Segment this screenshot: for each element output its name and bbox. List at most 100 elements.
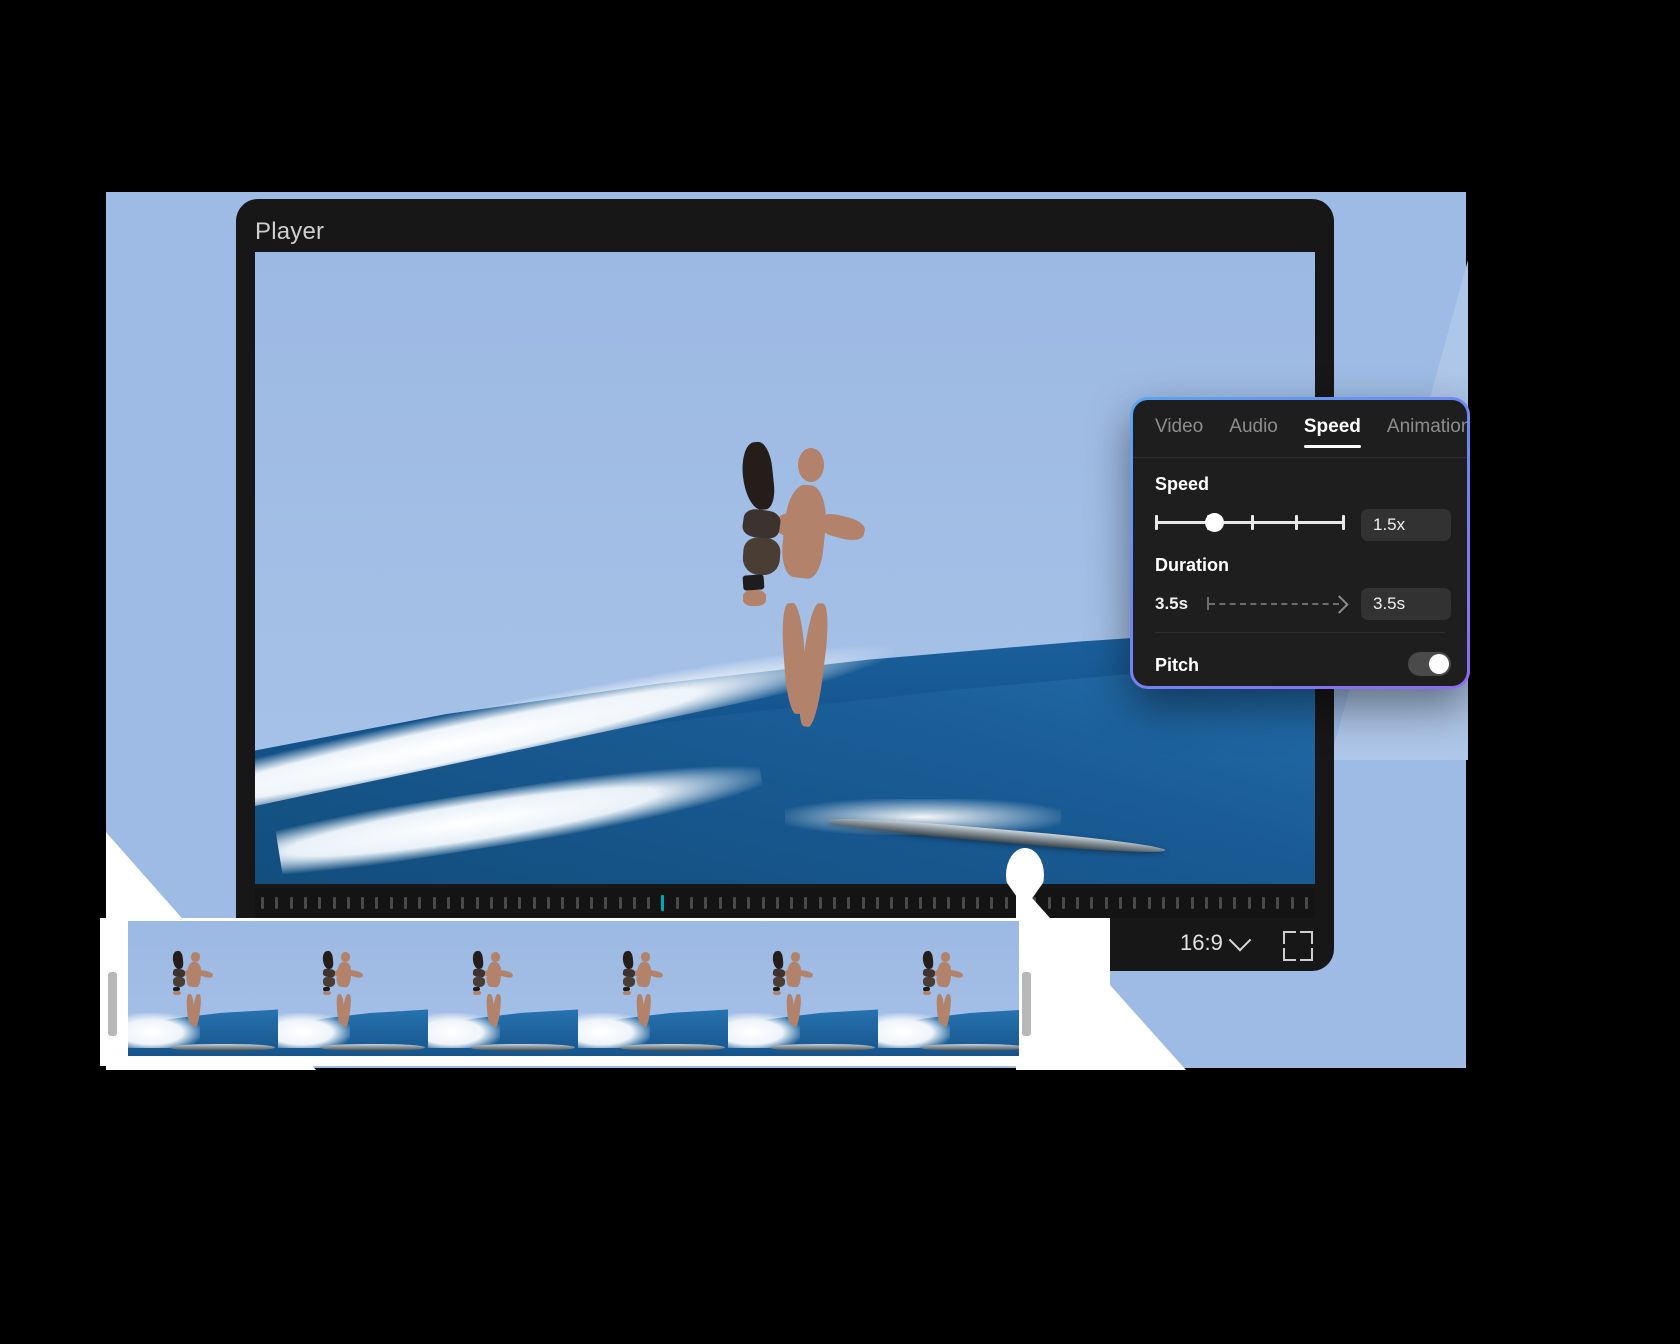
surfer-head: [797, 447, 824, 482]
ruler-tick: [518, 897, 522, 909]
ruler-tick: [718, 897, 722, 909]
tab-animation[interactable]: Animation: [1387, 416, 1467, 448]
trim-handle-right[interactable]: [1022, 972, 1031, 1036]
speed-tick: [1251, 515, 1254, 530]
screenshot-root: Player 16:9 Video Audio Speed Animation …: [0, 0, 1680, 1344]
ruler-tick: [933, 897, 937, 909]
ruler-tick: [561, 897, 565, 909]
ruler-tick: [375, 897, 379, 909]
filmstrip-frame: [578, 921, 728, 1056]
ruler-tick: [303, 897, 307, 909]
pitch-toggle[interactable]: [1408, 652, 1451, 676]
ruler-tick: [947, 897, 951, 909]
tab-video[interactable]: Video: [1155, 416, 1203, 448]
speed-tick: [1295, 515, 1298, 530]
pitch-label: Pitch: [1155, 655, 1200, 675]
ruler-tick: [790, 897, 794, 909]
aspect-ratio-selector[interactable]: 16:9: [1180, 928, 1252, 956]
ruler-tick: [1119, 897, 1122, 909]
filmstrip-frame: [128, 921, 278, 1056]
filmstrip-frame: [278, 921, 428, 1056]
trim-handle-left[interactable]: [108, 972, 117, 1036]
ruler-tick: [589, 897, 593, 909]
ruler-tick: [346, 897, 350, 909]
tab-audio[interactable]: Audio: [1229, 416, 1278, 448]
ruler-tick: [647, 897, 651, 909]
arrow-right-icon: [1207, 595, 1355, 614]
ruler-tick: [818, 897, 822, 909]
tabs-divider: [1133, 457, 1467, 458]
speed-slider[interactable]: 1.5x: [1155, 506, 1451, 541]
ruler-tick: [475, 897, 479, 909]
ruler-tick: [761, 897, 765, 909]
ruler-tick: [489, 897, 493, 909]
ruler-tick: [1290, 897, 1294, 909]
ruler-tick: [833, 897, 836, 909]
popover-tabs: Video Audio Speed Animation: [1133, 400, 1467, 448]
ruler-tick: [990, 897, 994, 909]
surfer-knee-strap: [742, 574, 764, 591]
ruler-tick: [904, 897, 908, 909]
ruler-tick: [1304, 897, 1308, 909]
ruler-tick: [604, 897, 608, 909]
duration-row: 3.5s 3.5s: [1155, 588, 1451, 620]
ruler-tick: [404, 897, 407, 909]
ruler-tick: [1262, 897, 1265, 909]
ruler-tick: [1076, 897, 1080, 909]
speed-tick: [1155, 515, 1158, 530]
ruler-tick: [418, 897, 422, 909]
ruler-tick: [461, 897, 465, 909]
ruler-tick: [318, 897, 322, 909]
page-title: Player: [255, 218, 325, 245]
ruler-tick: [775, 897, 779, 909]
ruler-tick: [747, 897, 751, 909]
filmstrip-clip[interactable]: [128, 921, 1028, 1056]
ruler-tick: [976, 897, 979, 909]
ruler-tick: [1190, 897, 1194, 909]
ruler-tick: [704, 897, 708, 909]
ruler-tick: [289, 897, 293, 909]
surfer-figure: [739, 440, 881, 752]
ruler-tick: [1147, 897, 1151, 909]
ruler-tick: [1161, 897, 1165, 909]
surfer-top: [740, 507, 782, 541]
ruler-tick: [1276, 897, 1280, 909]
ruler-tick: [847, 897, 851, 909]
speed-settings-popover: Video Audio Speed Animation Speed 1.5x Dura…: [1130, 397, 1470, 689]
ruler-tick: [1204, 897, 1208, 909]
tab-speed[interactable]: Speed: [1303, 416, 1361, 448]
ruler-tick: [804, 897, 808, 909]
ruler-tick: [961, 897, 965, 909]
ruler-tick: [261, 897, 264, 909]
duration-source-value: 3.5s: [1155, 594, 1189, 613]
ruler-tick: [361, 897, 365, 909]
ruler-tick: [504, 897, 508, 909]
speed-slider-thumb[interactable]: [1205, 513, 1224, 532]
surfer-foot: [742, 590, 767, 606]
ruler-tick: [532, 897, 536, 909]
duration-value-input[interactable]: 3.5s: [1361, 588, 1451, 620]
ruler-tick: [632, 897, 636, 909]
ruler-tick: [890, 897, 894, 909]
speed-value-input[interactable]: 1.5x: [1361, 509, 1451, 541]
speed-section-label: Speed: [1155, 474, 1210, 494]
ruler-tick: [547, 897, 550, 909]
ruler-tick: [1233, 897, 1237, 909]
ruler-tick: [1133, 897, 1137, 909]
surfer-front-leg: [780, 602, 809, 715]
ruler-tick: [332, 897, 336, 909]
speed-slider-track: [1155, 521, 1345, 524]
timeline-ruler[interactable]: [255, 888, 1315, 918]
ruler-tick: [432, 897, 436, 909]
fullscreen-icon[interactable]: [1283, 931, 1313, 961]
ruler-tick: [1219, 897, 1223, 909]
ruler-tick: [446, 897, 450, 909]
ruler-tick: [875, 897, 879, 909]
chevron-down-icon: [1228, 928, 1252, 952]
ruler-tick: [732, 897, 736, 909]
aspect-ratio-value: 16:9: [1180, 930, 1223, 955]
surfer-hair: [739, 440, 777, 512]
ruler-tick: [675, 897, 679, 909]
filmstrip-frame: [428, 921, 578, 1056]
ruler-tick: [1104, 897, 1108, 909]
